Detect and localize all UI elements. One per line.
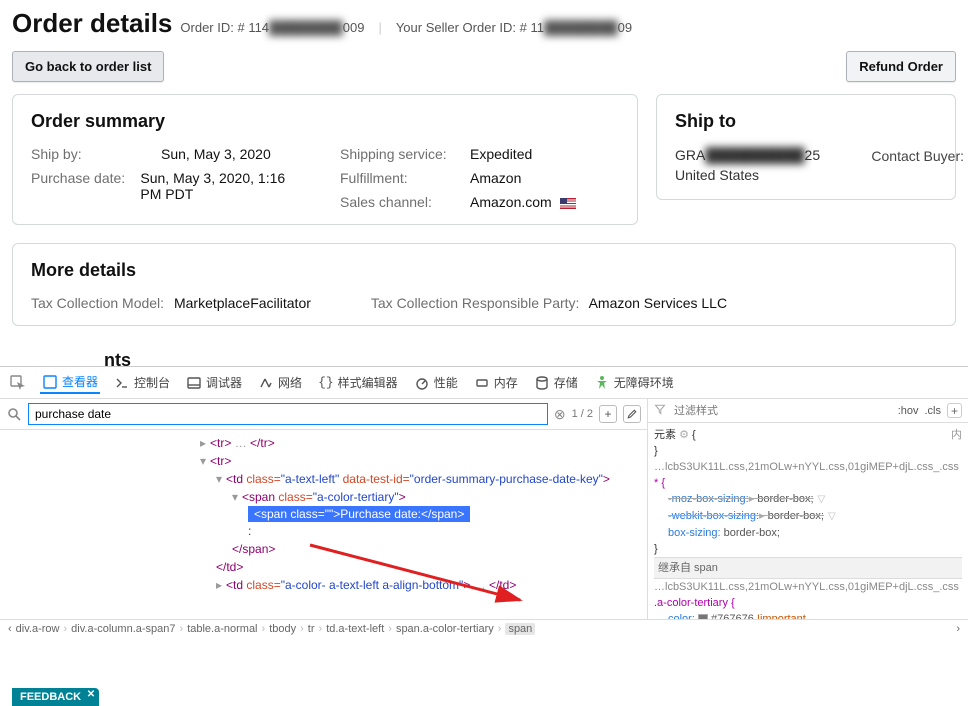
ship-to-heading: Ship to [675, 111, 937, 132]
tab-performance[interactable]: 性能 [412, 372, 460, 393]
tab-network[interactable]: 网络 [256, 372, 304, 393]
add-rule-button[interactable]: + [947, 403, 962, 418]
more-details-card: More details Tax Collection Model: Marke… [12, 243, 956, 326]
tab-style-editor[interactable]: {} 样式编辑器 [316, 372, 400, 393]
ship-to-country: United States [675, 166, 937, 186]
us-flag-icon [560, 198, 576, 209]
tab-console[interactable]: 控制台 [112, 372, 172, 393]
ship-by-value: Sun, May 3, 2020 [161, 146, 271, 162]
breadcrumb-next-icon[interactable]: › [956, 623, 960, 635]
gear-icon[interactable]: ⚙ [679, 429, 689, 441]
clear-search-icon[interactable]: ⊗ [554, 406, 566, 423]
order-id-label: Order ID: # 114████████009 [180, 20, 364, 35]
order-summary-card: Order summary Ship by: Sun, May 3, 2020 … [12, 94, 638, 225]
back-button[interactable]: Go back to order list [12, 51, 164, 82]
eyedropper-button[interactable] [623, 405, 641, 423]
feedback-tag[interactable]: FEEDBACK✕ [12, 688, 99, 706]
search-icon [6, 406, 22, 422]
search-match-count: 1 / 2 [572, 408, 593, 420]
devtools-search-row: ⊗ 1 / 2 + [0, 399, 647, 430]
purchase-date-value: Sun, May 3, 2020, 1:16 PM PDT [140, 170, 310, 202]
selected-dom-node[interactable]: <span class="">Purchase date:</span> [248, 506, 470, 522]
tax-party-value: Amazon Services LLC [589, 295, 728, 311]
tab-storage[interactable]: 存储 [532, 372, 580, 393]
header-divider: | [372, 20, 387, 35]
refund-button[interactable]: Refund Order [846, 51, 956, 82]
purchase-date-label: Purchase date: [31, 170, 140, 202]
dom-tree[interactable]: ▸<tr> … </tr> ▾<tr> ▾<td class="a-text-l… [0, 430, 647, 619]
element-picker-icon[interactable] [8, 373, 28, 393]
ship-by-label: Ship by: [31, 146, 161, 162]
devtools-panel: 查看器 控制台 调试器 网络 {} 样式编辑器 性能 内存 存储 [0, 366, 968, 638]
tax-party-label: Tax Collection Responsible Party: [371, 295, 580, 311]
tab-memory[interactable]: 内存 [472, 372, 520, 393]
breadcrumb-prev-icon[interactable]: ‹ [8, 623, 12, 635]
page-header: Order details Order ID: # 114████████009… [0, 0, 968, 45]
styles-filter-input[interactable] [672, 404, 892, 418]
styles-pane[interactable]: 元素 ⚙ {内 } …lcbS3UK11L.css,21mOLw+nYYL.cs… [648, 423, 968, 619]
sales-channel-label: Sales channel: [340, 194, 470, 210]
truncated-heading: nts [12, 344, 956, 371]
tab-inspector[interactable]: 查看器 [40, 371, 100, 394]
tax-model-label: Tax Collection Model: [31, 295, 164, 311]
dom-breadcrumb[interactable]: ‹ div.a-row› div.a-column.a-span7› table… [0, 619, 968, 638]
tab-debugger[interactable]: 调试器 [184, 372, 244, 393]
fulfillment-label: Fulfillment: [340, 170, 470, 186]
styles-filter-row: :hov .cls + [648, 399, 968, 423]
shipping-service-label: Shipping service: [340, 146, 470, 162]
cls-toggle[interactable]: .cls [925, 405, 942, 417]
seller-order-id-label: Your Seller Order ID: # 11████████09 [396, 20, 632, 35]
devtools-search-input[interactable] [28, 403, 548, 425]
hov-toggle[interactable]: :hov [898, 405, 919, 417]
order-summary-heading: Order summary [31, 111, 619, 132]
funnel-icon [654, 403, 666, 418]
inherit-header: 继承自 span [654, 557, 962, 579]
sales-channel-value: Amazon.com [470, 194, 576, 210]
tax-model-value: MarketplaceFacilitator [174, 295, 311, 311]
more-details-heading: More details [31, 260, 937, 281]
fulfillment-value: Amazon [470, 170, 521, 186]
contact-buyer-label: Contact Buyer: [871, 148, 964, 164]
add-node-button[interactable]: + [599, 405, 617, 423]
tab-accessibility[interactable]: 无障碍环境 [592, 372, 676, 393]
shipping-service-value: Expedited [470, 146, 532, 162]
page-title: Order details [12, 8, 172, 39]
devtools-toolbar: 查看器 控制台 调试器 网络 {} 样式编辑器 性能 内存 存储 [0, 367, 968, 399]
close-icon[interactable]: ✕ [87, 689, 95, 700]
